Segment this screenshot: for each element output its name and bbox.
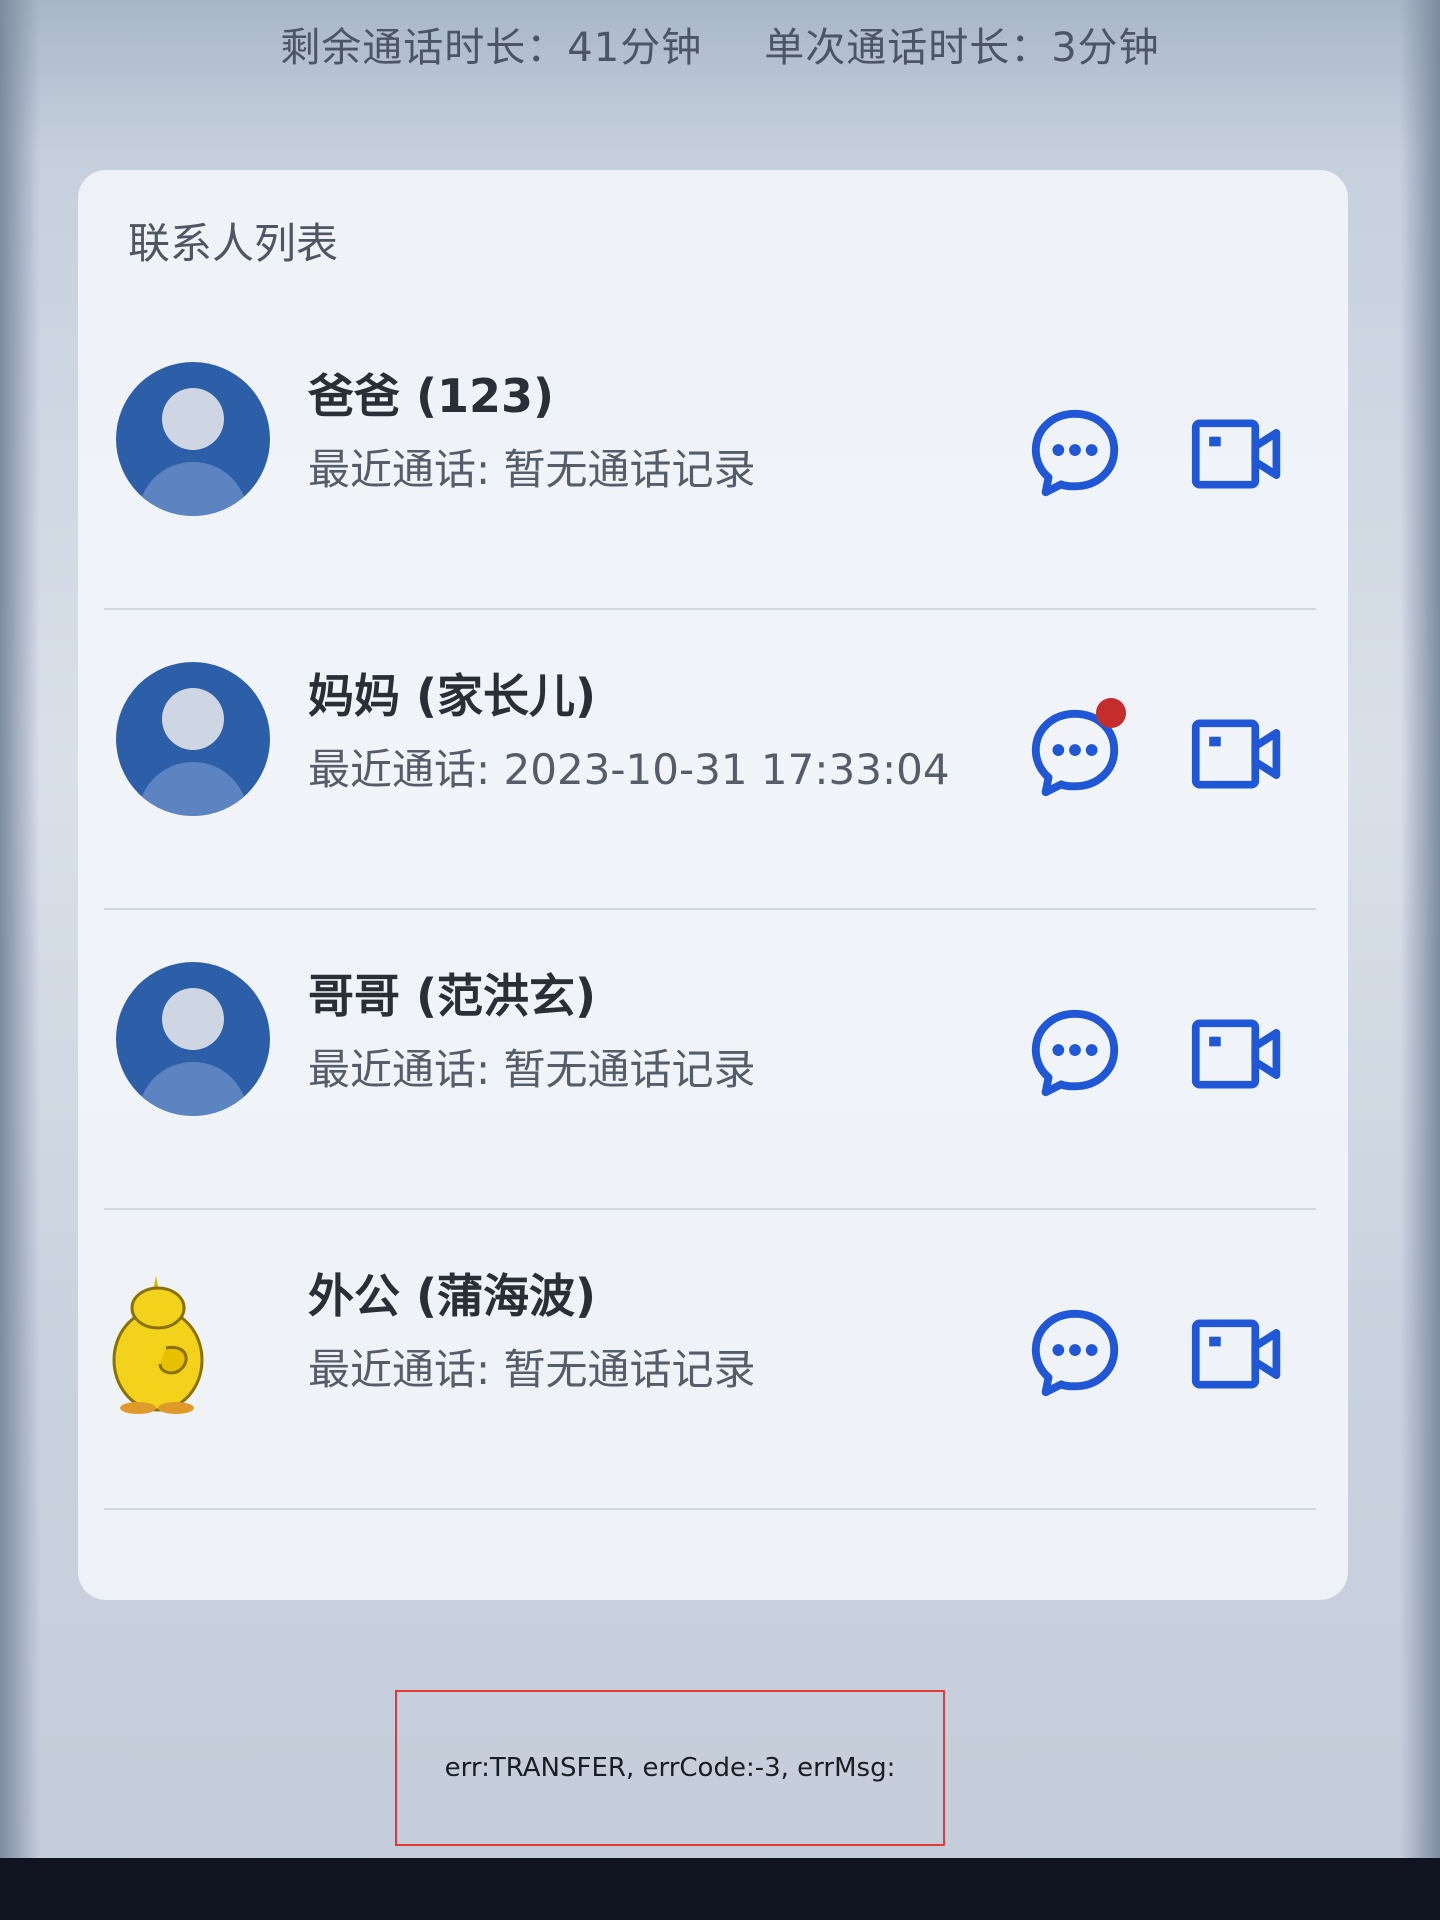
contact-recent-call: 最近通话: 暂无通话记录: [308, 1345, 756, 1394]
video-camera-icon[interactable]: [1190, 1306, 1286, 1402]
yellow-duck-avatar-icon: [112, 1276, 204, 1414]
call-duration-info: 剩余通话时长：41分钟 单次通话时长：3分钟: [0, 8, 1440, 88]
contacts-list-title: 联系人列表: [128, 219, 339, 268]
video-camera-icon[interactable]: [1190, 706, 1286, 802]
contact-name: 妈妈 (家长儿): [308, 669, 597, 723]
person-avatar-icon: [116, 962, 270, 1116]
contact-recent-call: 最近通话: 暂无通话记录: [308, 445, 756, 494]
error-toast: err:TRANSFER, errCode:-3, errMsg:: [395, 1690, 945, 1846]
screen-edge-right: [1400, 0, 1440, 1920]
contact-name: 爸爸 (123): [308, 369, 555, 423]
video-camera-icon[interactable]: [1190, 1006, 1286, 1102]
screen-edge-left: [0, 0, 40, 1920]
person-avatar-icon: [116, 662, 270, 816]
contact-name: 哥哥 (范洪玄): [308, 969, 597, 1023]
video-camera-icon[interactable]: [1190, 406, 1286, 502]
device-bezel: [0, 1858, 1440, 1920]
contact-recent-call: 最近通话: 暂无通话记录: [308, 1045, 756, 1094]
chat-bubble-icon[interactable]: [1026, 1304, 1124, 1402]
contact-row[interactable]: 妈妈 (家长儿) 最近通话: 2023-10-31 17:33:04: [78, 610, 1348, 910]
contacts-card: 联系人列表 爸爸 (123) 最近通话: 暂无通话记录 妈妈 (家长儿) 最近通…: [78, 170, 1348, 1600]
chat-bubble-icon[interactable]: [1026, 404, 1124, 502]
person-avatar-icon: [116, 362, 270, 516]
row-divider: [104, 1508, 1316, 1510]
contact-recent-call: 最近通话: 2023-10-31 17:33:04: [308, 745, 950, 794]
contact-row[interactable]: 爸爸 (123) 最近通话: 暂无通话记录: [78, 310, 1348, 610]
single-call-time: 单次通话时长：3分钟: [764, 25, 1160, 71]
contact-row[interactable]: 外公 (蒲海波) 最近通话: 暂无通话记录: [78, 1210, 1348, 1510]
error-message: err:TRANSFER, errCode:-3, errMsg:: [444, 1753, 896, 1783]
unread-badge: [1096, 698, 1126, 728]
remaining-call-time: 剩余通话时长：41分钟: [280, 25, 703, 71]
contact-row[interactable]: 哥哥 (范洪玄) 最近通话: 暂无通话记录: [78, 910, 1348, 1210]
chat-bubble-icon[interactable]: [1026, 1004, 1124, 1102]
contact-name: 外公 (蒲海波): [308, 1269, 597, 1323]
